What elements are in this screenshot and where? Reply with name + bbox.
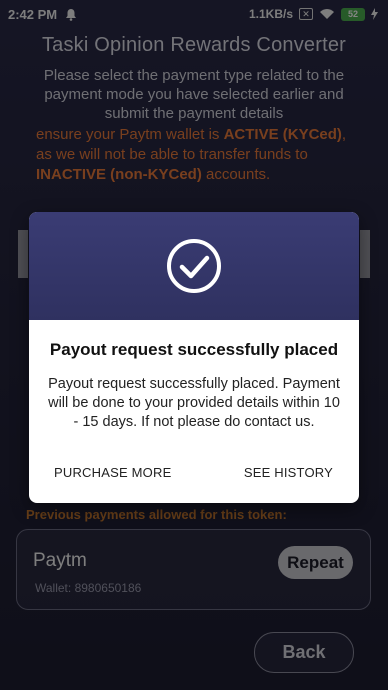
purchase-more-button[interactable]: PURCHASE MORE: [54, 465, 171, 480]
see-history-button[interactable]: SEE HISTORY: [244, 465, 333, 480]
screen: 2:42 PM 1.1KB/s ✕ 52 Taski Opinion Rewar…: [0, 0, 388, 690]
dialog-message: Payout request successfully placed. Paym…: [48, 376, 340, 430]
dialog-title: Payout request successfully placed: [49, 340, 339, 359]
dialog-header: [29, 212, 359, 320]
check-circle-icon: [167, 239, 221, 293]
success-dialog: Payout request successfully placed Payou…: [29, 212, 359, 503]
